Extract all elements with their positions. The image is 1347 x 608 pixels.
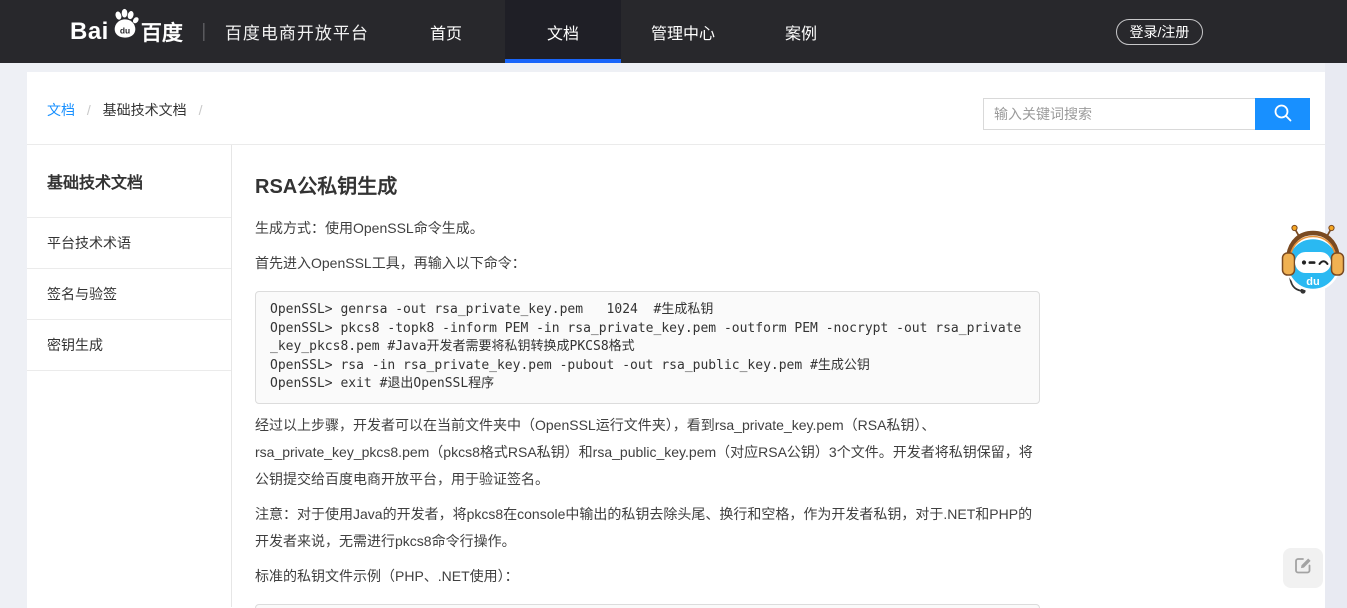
sidebar-item-platform-terms[interactable]: 平台技术术语 (27, 218, 231, 269)
search-button[interactable] (1255, 98, 1310, 130)
logo-text-bai: Bai (70, 18, 109, 46)
breadcrumb-docs-link[interactable]: 文档 (47, 102, 75, 118)
keyword-search (983, 98, 1310, 130)
breadcrumb-current: 基础技术文档 (103, 102, 187, 118)
nav-item-docs-active[interactable]: 文档 (505, 0, 621, 63)
du-robot-mascot[interactable]: du (1281, 222, 1345, 300)
breadcrumb-separator: / (199, 102, 203, 118)
code-block-openssl-commands: OpenSSL> genrsa -out rsa_private_key.pem… (255, 291, 1040, 404)
product-name: 百度电商开放平台 (225, 19, 369, 44)
svg-text:du: du (120, 25, 130, 35)
content-card: 文档 / 基础技术文档 / 基础技术文档 平台技术术语 签名与验签 密钥生 (27, 72, 1325, 608)
mascot-du-label: du (1306, 276, 1319, 288)
breadcrumb-separator: / (87, 102, 91, 118)
para-example-label: 标准的私钥文件示例（PHP、.NET使用）： (255, 563, 1040, 590)
nav-item-cases[interactable]: 案例 (756, 0, 846, 63)
search-icon (1272, 102, 1294, 127)
breadcrumb-row: 文档 / 基础技术文档 / (27, 72, 1325, 145)
edit-icon (1294, 556, 1313, 580)
feedback-edit-button[interactable] (1283, 548, 1323, 588)
para-generation-method: 生成方式：使用OpenSSL命令生成。 (255, 215, 1040, 242)
article: RSA公私钥生成 生成方式：使用OpenSSL命令生成。 首先进入OpenSSL… (255, 145, 1040, 607)
main-nav: 首页 文档 管理中心 案例 (401, 0, 846, 63)
logo-divider: ｜ (195, 19, 213, 45)
para-java-note: 注意：对于使用Java的开发者，将pkcs8在console中输出的私钥去除头尾… (255, 501, 1040, 555)
page-title: RSA公私钥生成 (255, 173, 1040, 201)
sidebar-item-key-generation[interactable]: 密钥生成 (27, 320, 231, 371)
nav-item-admin-center[interactable]: 管理中心 (628, 0, 738, 63)
breadcrumb: 文档 / 基础技术文档 / (47, 100, 210, 120)
logo-text-cn: 百度 (141, 17, 183, 47)
baidu-logo[interactable]: Bai du 百度 ｜ 百度电商开放平台 (70, 0, 369, 63)
baidu-paw-icon: du (110, 8, 140, 45)
para-intro: 首先进入OpenSSL工具，再输入以下命令： (255, 250, 1040, 277)
sidebar-item-sign-verify[interactable]: 签名与验签 (27, 269, 231, 320)
para-steps-result: 经过以上步骤，开发者可以在当前文件夹中（OpenSSL运行文件夹），看到rsa_… (255, 412, 1040, 493)
docs-sidebar: 基础技术文档 平台技术术语 签名与验签 密钥生成 (27, 145, 232, 607)
search-input[interactable] (983, 98, 1255, 130)
page-scrollbar[interactable] (1325, 63, 1347, 608)
nav-item-home[interactable]: 首页 (401, 0, 491, 63)
login-register-button[interactable]: 登录/注册 (1116, 19, 1203, 45)
top-navbar: Bai du 百度 ｜ 百度电商开放平台 首页 文档 管理中心 案例 登录/注册 (0, 0, 1347, 63)
sidebar-title: 基础技术文档 (27, 145, 231, 218)
main-row: 基础技术文档 平台技术术语 签名与验签 密钥生成 RSA公私钥生成 生成方式：使… (27, 145, 1325, 607)
code-block-private-key-example: -----BEGIN RSA PRIVATE KEY----- MIICXQIB… (255, 604, 1040, 608)
